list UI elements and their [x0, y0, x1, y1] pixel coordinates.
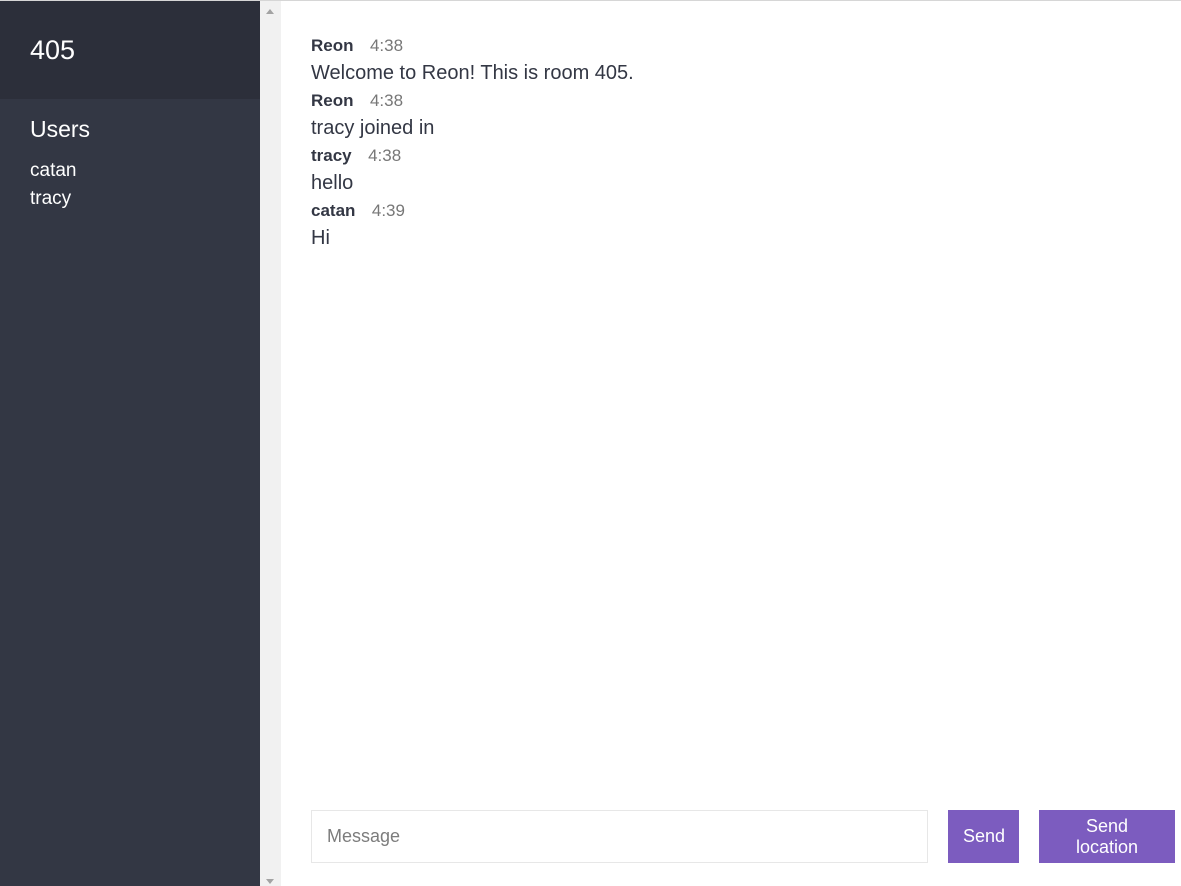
message-meta: tracy 4:38 — [311, 145, 1151, 167]
room-header: 405 — [0, 1, 260, 99]
scroll-down-arrow-icon[interactable] — [266, 879, 274, 884]
room-title: 405 — [30, 35, 76, 65]
message: Reon 4:38 tracy joined in — [311, 90, 1151, 145]
scroll-up-arrow-icon[interactable] — [266, 9, 274, 14]
message: tracy 4:38 hello — [311, 145, 1151, 200]
message-input[interactable] — [311, 810, 928, 863]
message-text: Hi — [311, 227, 330, 249]
users-list: catan tracy — [30, 157, 230, 213]
message-author: catan — [311, 201, 356, 220]
message-author: tracy — [311, 146, 352, 165]
message-text: Welcome to Reon! This is room 405. — [311, 62, 634, 84]
message-list: Reon 4:38 Welcome to Reon! This is room … — [281, 1, 1181, 255]
message-composer: Send Send location — [311, 810, 1175, 863]
chat-main: Reon 4:38 Welcome to Reon! This is room … — [281, 1, 1181, 886]
message-meta: catan 4:39 — [311, 200, 1151, 222]
message-time: 4:38 — [369, 91, 404, 110]
users-heading: Users — [30, 116, 91, 142]
sidebar: 405 Users catan tracy — [0, 1, 260, 886]
message-time: 4:38 — [369, 36, 404, 55]
message: catan 4:39 Hi — [311, 200, 1151, 255]
message-meta: Reon 4:38 — [311, 35, 1151, 57]
send-button[interactable]: Send — [948, 810, 1019, 863]
message-author: Reon — [311, 91, 354, 110]
message-text: hello — [311, 172, 354, 194]
message-author: Reon — [311, 36, 354, 55]
message-text: tracy joined in — [311, 117, 435, 139]
user-item: catan — [30, 160, 77, 181]
message-time: 4:39 — [371, 201, 405, 220]
message-time: 4:38 — [368, 146, 402, 165]
user-item: tracy — [30, 188, 72, 209]
users-section: Users catan tracy — [0, 99, 260, 229]
send-location-button[interactable]: Send location — [1039, 810, 1175, 863]
scrollbar[interactable] — [260, 1, 281, 886]
message: Reon 4:38 Welcome to Reon! This is room … — [311, 35, 1151, 90]
message-meta: Reon 4:38 — [311, 90, 1151, 112]
